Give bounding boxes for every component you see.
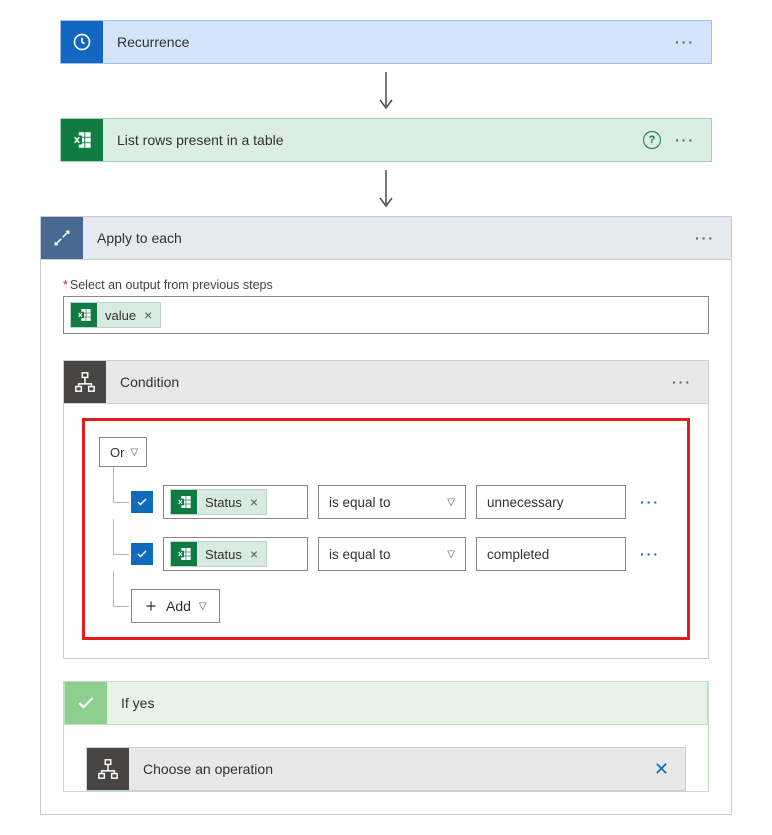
plus-icon xyxy=(144,599,158,613)
group-operator-label: Or xyxy=(110,445,124,460)
chevron-down-icon: ▽ xyxy=(130,447,138,458)
list-rows-step[interactable]: List rows present in a table ? ··· xyxy=(60,118,712,162)
condition-row: Status × is equal to ▽ unnecessary xyxy=(113,485,673,519)
add-button[interactable]: Add ▽ xyxy=(131,589,220,623)
row-checkbox[interactable] xyxy=(131,491,153,513)
add-button-label: Add xyxy=(166,598,191,614)
add-row-wrapper: Add ▽ xyxy=(113,589,673,623)
group-operator-select[interactable]: Or ▽ xyxy=(99,437,147,467)
condition-card: Condition ··· Or ▽ xyxy=(63,360,709,659)
apply-to-each-more-icon[interactable]: ··· xyxy=(695,230,715,246)
value-token-label: value xyxy=(97,308,142,323)
condition-highlight: Or ▽ xyxy=(82,418,690,640)
right-operand-input[interactable]: completed xyxy=(476,537,626,571)
output-from-prev-label: *Select an output from previous steps xyxy=(63,278,709,292)
recurrence-title: Recurrence xyxy=(103,34,675,50)
right-operand-input[interactable]: unnecessary xyxy=(476,485,626,519)
remove-token-icon[interactable]: × xyxy=(248,546,266,562)
status-token-label: Status xyxy=(197,495,248,510)
clock-icon xyxy=(61,21,103,63)
condition-more-icon[interactable]: ··· xyxy=(672,374,692,390)
operator-select[interactable]: is equal to ▽ xyxy=(318,537,466,571)
row-checkbox[interactable] xyxy=(131,543,153,565)
if-yes-card: If yes Choose an operation ✕ xyxy=(63,681,709,792)
list-rows-more-icon[interactable]: ··· xyxy=(675,132,695,148)
row-more-icon[interactable]: ··· xyxy=(636,494,660,510)
close-icon[interactable]: ✕ xyxy=(654,759,669,780)
choose-operation-step[interactable]: Choose an operation ✕ xyxy=(86,747,686,791)
remove-token-icon[interactable]: × xyxy=(248,494,266,510)
remove-token-icon[interactable]: × xyxy=(142,307,160,323)
condition-header[interactable]: Condition ··· xyxy=(63,360,709,404)
chevron-down-icon: ▽ xyxy=(199,601,207,612)
recurrence-more-icon[interactable]: ··· xyxy=(675,34,695,50)
excel-icon xyxy=(61,119,103,161)
flow-arrow-icon xyxy=(40,162,732,216)
excel-icon xyxy=(171,489,197,515)
condition-row: Status × is equal to ▽ completed xyxy=(113,537,673,571)
checkmark-icon xyxy=(65,682,107,724)
value-token[interactable]: value × xyxy=(70,302,161,328)
excel-icon xyxy=(71,302,97,328)
chevron-down-icon: ▽ xyxy=(447,549,455,560)
apply-to-each-header[interactable]: Apply to each ··· xyxy=(40,216,732,260)
condition-icon xyxy=(64,361,106,403)
excel-icon xyxy=(171,541,197,567)
choose-operation-title: Choose an operation xyxy=(129,761,654,777)
left-operand-input[interactable]: Status × xyxy=(163,537,308,571)
apply-to-each-title: Apply to each xyxy=(83,230,695,246)
condition-icon xyxy=(87,748,129,790)
apply-to-each-card: Apply to each ··· *Select an output from… xyxy=(40,216,732,815)
flow-arrow-icon xyxy=(40,64,732,118)
list-rows-title: List rows present in a table xyxy=(103,132,643,148)
status-token[interactable]: Status × xyxy=(170,489,267,515)
status-token[interactable]: Status × xyxy=(170,541,267,567)
recurrence-step[interactable]: Recurrence ··· xyxy=(60,20,712,64)
condition-title: Condition xyxy=(106,374,672,390)
row-more-icon[interactable]: ··· xyxy=(636,546,660,562)
if-yes-title: If yes xyxy=(107,695,707,711)
if-yes-header[interactable]: If yes xyxy=(64,681,708,725)
chevron-down-icon: ▽ xyxy=(447,497,455,508)
loop-icon xyxy=(41,217,83,259)
help-icon[interactable]: ? xyxy=(643,131,661,149)
operator-select[interactable]: is equal to ▽ xyxy=(318,485,466,519)
output-from-prev-input[interactable]: value × xyxy=(63,296,709,334)
left-operand-input[interactable]: Status × xyxy=(163,485,308,519)
status-token-label: Status xyxy=(197,547,248,562)
